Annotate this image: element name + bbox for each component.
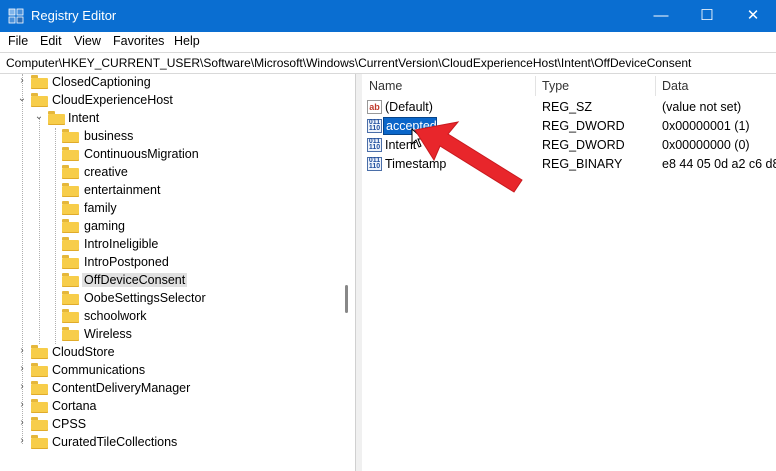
value-type: REG_BINARY [542, 157, 623, 171]
tree-item-label: OffDeviceConsent [82, 273, 188, 287]
value-type: REG_SZ [542, 100, 593, 114]
tree-item-label: Intent [68, 111, 100, 125]
tree-guide [55, 128, 56, 344]
column-header-data[interactable]: Data [662, 74, 688, 98]
tree-item-label: CPSS [52, 417, 87, 431]
column-divider[interactable] [655, 76, 656, 96]
value-type: REG_DWORD [542, 119, 625, 133]
tree-item-label: IntroIneligible [84, 237, 159, 251]
tree-item-label: ContinuousMigration [84, 147, 199, 161]
tree-item-label: ClosedCaptioning [52, 75, 151, 89]
folder-icon [62, 165, 79, 179]
chevron-right-icon[interactable]: › [17, 381, 27, 392]
tree-item-label: ContentDeliveryManager [52, 381, 191, 395]
folder-icon [31, 345, 48, 359]
binary-value-icon: 011 110 [367, 119, 382, 133]
tree-item-label: creative [84, 165, 128, 179]
tree-item-label: IntroPostponed [84, 255, 169, 269]
tree-item-label: family [84, 201, 117, 215]
folder-icon [62, 237, 79, 251]
folder-icon [31, 75, 48, 89]
folder-icon [62, 219, 79, 233]
folder-icon [62, 291, 79, 305]
chevron-right-icon[interactable]: › [17, 399, 27, 410]
column-header-type[interactable]: Type [542, 74, 569, 98]
folder-icon [62, 147, 79, 161]
folder-icon [62, 201, 79, 215]
folder-icon [62, 273, 79, 287]
tree-item-label: Cortana [52, 399, 97, 413]
menu-file[interactable]: File [8, 34, 28, 48]
tree-scrollbar[interactable] [340, 74, 354, 471]
column-header-name[interactable]: Name [369, 74, 402, 98]
annotation-arrow-icon [414, 121, 523, 193]
menu-bar: File Edit View Favorites Help [0, 32, 776, 52]
value-data: 0x00000001 (1) [662, 119, 750, 133]
tree-item-label: business [84, 129, 134, 143]
tree-item-label: CloudStore [52, 345, 115, 359]
chevron-right-icon[interactable]: › [17, 435, 27, 446]
chevron-right-icon[interactable]: › [17, 417, 27, 428]
folder-icon [62, 183, 79, 197]
folder-icon [62, 327, 79, 341]
window-title: Registry Editor [31, 8, 117, 23]
tree-guide [39, 118, 40, 344]
chevron-right-icon[interactable]: › [17, 363, 27, 374]
chevron-down-icon[interactable]: ⌄ [34, 111, 44, 122]
folder-icon [62, 309, 79, 323]
tree-item-label: schoolwork [84, 309, 147, 323]
value-row-default[interactable]: ab (Default) REG_SZ (value not set) [362, 98, 776, 117]
binary-value-icon: 011 110 [367, 138, 382, 152]
chevron-right-icon[interactable]: › [17, 345, 27, 356]
folder-icon [31, 435, 48, 449]
tree-item-label: CloudExperienceHost [52, 93, 173, 107]
folder-icon [62, 255, 79, 269]
value-data: (value not set) [662, 100, 742, 114]
menu-help[interactable]: Help [174, 34, 200, 48]
string-value-icon: ab [367, 100, 382, 114]
folder-open-icon [48, 111, 65, 125]
menu-favorites[interactable]: Favorites [113, 34, 164, 48]
chevron-right-icon[interactable]: › [17, 75, 27, 86]
key-tree[interactable]: › ClosedCaptioning ⌄ CloudExperienceHost… [0, 74, 354, 471]
tree-item-label: Wireless [84, 327, 132, 341]
registry-editor-icon [8, 8, 24, 24]
value-data: e8 44 05 0d a2 c6 d8 0 [662, 157, 776, 171]
tree-scrollbar-thumb[interactable] [345, 285, 348, 313]
menu-edit[interactable]: Edit [40, 34, 62, 48]
close-button[interactable]: ✕ [730, 0, 776, 32]
folder-icon [31, 381, 48, 395]
value-data: 0x00000000 (0) [662, 138, 750, 152]
address-path[interactable]: Computer\HKEY_CURRENT_USER\Software\Micr… [6, 56, 691, 70]
binary-value-icon: 011 110 [367, 157, 382, 171]
tree-item-label: OobeSettingsSelector [84, 291, 206, 305]
tree-item-label: entertainment [84, 183, 161, 197]
folder-open-icon [31, 93, 48, 107]
title-bar: Registry Editor — ☐ ✕ [0, 0, 776, 32]
maximize-button[interactable]: ☐ [684, 0, 730, 32]
tree-item-label: gaming [84, 219, 125, 233]
address-bar[interactable]: Computer\HKEY_CURRENT_USER\Software\Micr… [0, 52, 776, 74]
value-type: REG_DWORD [542, 138, 625, 152]
folder-icon [31, 399, 48, 413]
folder-icon [31, 417, 48, 431]
menu-view[interactable]: View [74, 34, 101, 48]
chevron-down-icon[interactable]: ⌄ [17, 93, 27, 104]
folder-icon [62, 129, 79, 143]
folder-icon [31, 363, 48, 377]
column-divider[interactable] [535, 76, 536, 96]
minimize-button[interactable]: — [638, 0, 684, 32]
value-name: (Default) [385, 100, 433, 114]
tree-item-label: CuratedTileCollections [52, 435, 178, 449]
tree-item-label: Communications [52, 363, 146, 377]
